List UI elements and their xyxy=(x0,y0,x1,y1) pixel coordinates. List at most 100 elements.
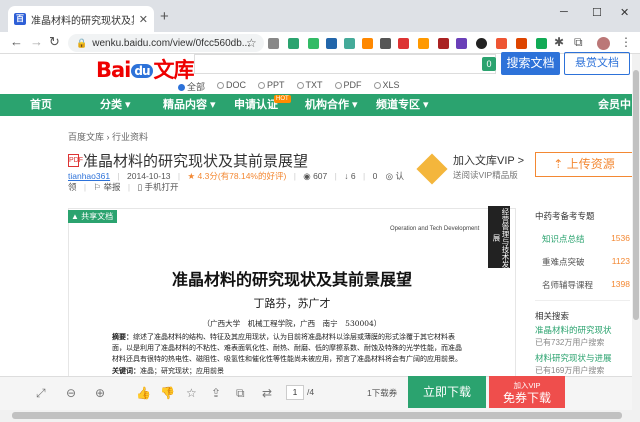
extension-icon[interactable] xyxy=(308,38,319,49)
thumbs-up-icon[interactable]: 👍 xyxy=(136,386,151,400)
filter-doc[interactable]: DOC xyxy=(217,80,246,93)
extension-icon[interactable] xyxy=(456,38,467,49)
new-tab-icon[interactable]: + xyxy=(160,9,169,24)
extension-icon[interactable] xyxy=(536,38,547,49)
vip-diamond-icon xyxy=(416,153,448,185)
filter-txt[interactable]: TXT xyxy=(296,80,323,93)
related-search-title: 相关搜索 xyxy=(535,311,570,321)
count-badge: 0 xyxy=(482,57,496,71)
browser-tab[interactable]: 百 准晶材料的研究现状及其前景展望 ✕ xyxy=(8,6,154,32)
divider xyxy=(535,300,630,301)
exam-row[interactable]: 名师辅导课程 1398 xyxy=(542,279,630,291)
extension-icon[interactable] xyxy=(362,38,373,49)
nav-member-center[interactable]: 会员中 xyxy=(598,94,631,116)
address-bar[interactable]: 🔒 wenku.baidu.com/view/0fcc560db... xyxy=(68,34,264,52)
fullscreen-icon[interactable]: ⤢ xyxy=(36,386,46,400)
nav-category[interactable]: 分类 ▾ xyxy=(100,94,131,116)
paper-authors: 丁路芬，苏广才 xyxy=(253,297,331,310)
eye-icon: ◉ xyxy=(303,171,311,181)
swap-icon[interactable]: ⇄ xyxy=(262,386,272,400)
search-documents-button[interactable]: 搜索文档 xyxy=(501,52,560,75)
paper-title: 准晶材料的研究现状及其前景展望 xyxy=(171,270,412,289)
extension-icon[interactable] xyxy=(380,38,391,49)
hot-badge: HOT xyxy=(274,95,291,103)
doc-actions: 领 | ⚐ 举报 | ▯ 手机打开 xyxy=(68,182,179,192)
page-total: /4 xyxy=(307,387,315,397)
filter-pdf[interactable]: PDF xyxy=(334,80,362,93)
page-number-input[interactable]: 1 xyxy=(286,385,304,400)
extension-icon[interactable] xyxy=(516,38,527,49)
upload-resource-button[interactable]: ⇡ 上传资源 xyxy=(535,152,633,177)
nav-certification[interactable]: 申请认证 xyxy=(234,94,278,116)
puzzle-icon[interactable]: ✱ xyxy=(554,34,564,50)
mobile-open-link[interactable]: 手机打开 xyxy=(145,182,179,192)
baidu-favicon-icon: 百 xyxy=(14,13,26,25)
pdf-icon: PDF xyxy=(68,154,83,167)
nav-channels[interactable]: 频道专区 ▾ xyxy=(376,94,429,116)
lock-icon: 🔒 xyxy=(76,37,88,48)
copy-icon[interactable]: ⧉ xyxy=(236,386,245,400)
extension-icon[interactable] xyxy=(496,38,507,49)
report-link[interactable]: 举报 xyxy=(103,182,120,192)
breadcrumb[interactable]: 百度文库 › 行业资料 xyxy=(68,130,148,143)
related-link[interactable]: 准晶材料的研究现状 xyxy=(535,324,612,336)
claim-label: 领 xyxy=(68,182,77,192)
filter-xls[interactable]: XLS xyxy=(373,80,400,93)
phone-icon: ▯ xyxy=(137,182,143,192)
cert-label: 认 xyxy=(395,171,404,181)
extension-icon[interactable] xyxy=(344,38,355,49)
thumbs-down-icon[interactable]: 👎 xyxy=(160,386,175,400)
extension-icon[interactable] xyxy=(418,38,429,49)
file-type-filter: 全部 DOC PPT TXT PDF XLS xyxy=(178,80,400,93)
reload-icon[interactable]: ↻ xyxy=(49,34,60,50)
minimize-icon[interactable]: ─ xyxy=(560,6,568,18)
journal-header: Operation and Tech Development xyxy=(390,226,480,232)
related-link[interactable]: 材料研究现状与进展 xyxy=(535,352,612,364)
forward-icon[interactable]: → xyxy=(30,34,43,50)
download-coupon-count: 1下载券 xyxy=(367,388,398,398)
extension-icon[interactable] xyxy=(438,38,449,49)
vip-free-download-button[interactable]: 加入VIP 免券下载 xyxy=(489,376,565,408)
exam-row[interactable]: 知识点总结 1536 xyxy=(542,233,630,245)
author-link[interactable]: tianhao361 xyxy=(68,171,110,181)
extension-icon[interactable] xyxy=(288,38,299,49)
filter-ppt[interactable]: PPT xyxy=(258,80,285,93)
main-nav: 首页 分类 ▾ 精品内容 ▾ 申请认证 HOT 机构合作 ▾ 频道专区 ▾ 会员… xyxy=(0,94,640,116)
extension-icon[interactable] xyxy=(398,38,409,49)
extension-icon[interactable] xyxy=(268,38,279,49)
nav-partnership[interactable]: 机构合作 ▾ xyxy=(305,94,358,116)
layers-icon[interactable]: ⧉ xyxy=(574,34,583,50)
view-count: 607 xyxy=(313,171,328,181)
back-icon[interactable]: ← xyxy=(10,34,23,50)
shared-doc-tag: ▲ 共享文档 xyxy=(68,210,118,223)
menu-dots-icon[interactable]: ⋮ xyxy=(620,34,632,50)
star-icon: ★ xyxy=(187,171,196,181)
zoom-in-icon[interactable]: ⊕ xyxy=(95,386,105,400)
paper-keywords: 关键词：准晶；研究现状；应用前景 xyxy=(112,366,224,375)
nav-home[interactable]: 首页 xyxy=(30,94,52,116)
filter-all[interactable]: 全部 xyxy=(178,80,205,93)
extra-count: 0 xyxy=(372,171,378,181)
report-icon: ⚐ xyxy=(93,182,102,192)
zoom-out-icon[interactable]: ⊖ xyxy=(66,386,76,400)
nav-premium[interactable]: 精品内容 ▾ xyxy=(163,94,216,116)
favorite-star-icon[interactable]: ☆ xyxy=(186,386,197,400)
download-now-button[interactable]: 立即下载 xyxy=(408,376,486,408)
close-window-icon[interactable]: ✕ xyxy=(620,6,629,19)
upload-date: 2014-10-13 xyxy=(127,171,171,181)
page-title: PDF 准晶材料的研究现状及其前景展望 xyxy=(68,153,309,170)
exam-row[interactable]: 重难点突破 1123 xyxy=(542,256,630,268)
bookmark-star-icon[interactable]: ☆ xyxy=(246,35,257,51)
url-text: wenku.baidu.com/view/0fcc560db... xyxy=(92,37,251,49)
reward-documents-button[interactable]: 悬赏文档 xyxy=(564,52,630,75)
extension-icon[interactable] xyxy=(326,38,337,49)
vertical-scroll-thumb[interactable] xyxy=(633,70,639,320)
vip-promo[interactable]: 加入文库VIP > 送阅读VIP精品版 xyxy=(416,152,524,185)
tab-close-icon[interactable]: ✕ xyxy=(139,13,148,26)
extension-icon[interactable] xyxy=(476,38,487,49)
horizontal-scroll-thumb[interactable] xyxy=(12,412,622,419)
maximize-icon[interactable]: ☐ xyxy=(592,6,602,19)
avatar[interactable] xyxy=(597,37,610,50)
search-input[interactable] xyxy=(194,54,496,74)
share-icon[interactable]: ⇪ xyxy=(211,386,221,400)
